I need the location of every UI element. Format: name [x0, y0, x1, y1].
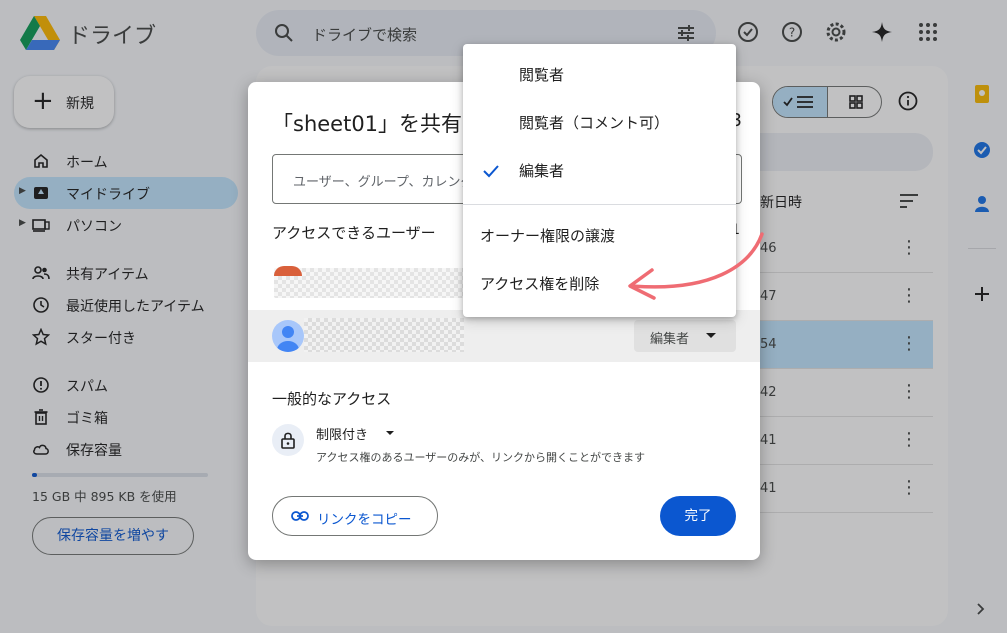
menu-item-label: 編集者 — [519, 162, 565, 180]
menu-item-label: オーナー権限の譲渡 — [480, 227, 616, 245]
done-button[interactable]: 完了 — [660, 496, 736, 536]
owner-avatar — [274, 266, 302, 276]
dialog-title: 「sheet01」を共有 — [272, 112, 463, 136]
check-icon — [483, 165, 499, 178]
menu-item-label: アクセス権を削除 — [480, 275, 600, 293]
dropdown-arrow-icon — [706, 333, 716, 338]
people-with-access-title: アクセスできるユーザー — [272, 224, 436, 242]
general-access-dropdown[interactable]: 制限付き — [316, 424, 368, 443]
menu-item-commenter[interactable]: 閲覧者（コメント可） — [463, 99, 736, 147]
menu-item-label: 閲覧者 — [519, 66, 565, 84]
avatar — [272, 320, 304, 352]
copy-link-button[interactable]: リンクをコピー — [272, 496, 438, 536]
general-access-title: 一般的なアクセス — [272, 390, 392, 408]
menu-item-label: 閲覧者（コメント可） — [519, 114, 670, 132]
lock-icon — [281, 432, 295, 449]
copy-link-label: リンクをコピー — [317, 512, 412, 528]
person-avatar-icon — [277, 326, 299, 352]
shared-user-row[interactable]: 編集者 — [248, 310, 760, 362]
redacted-user-info — [304, 318, 464, 352]
role-dropdown-label: 編集者 — [650, 332, 690, 347]
role-dropdown[interactable]: 編集者 — [634, 320, 736, 352]
general-access-description: アクセス権のあるユーザーのみが、リンクから開くことができます — [316, 451, 646, 464]
annotation-arrow-icon — [628, 232, 764, 300]
link-icon — [291, 511, 309, 521]
dropdown-arrow-icon[interactable] — [386, 431, 394, 435]
redacted-owner-info — [274, 268, 488, 298]
menu-divider — [463, 204, 736, 205]
menu-item-viewer[interactable]: 閲覧者 — [463, 51, 736, 99]
lock-icon-badge — [272, 424, 304, 456]
menu-item-editor[interactable]: 編集者 — [463, 147, 736, 195]
